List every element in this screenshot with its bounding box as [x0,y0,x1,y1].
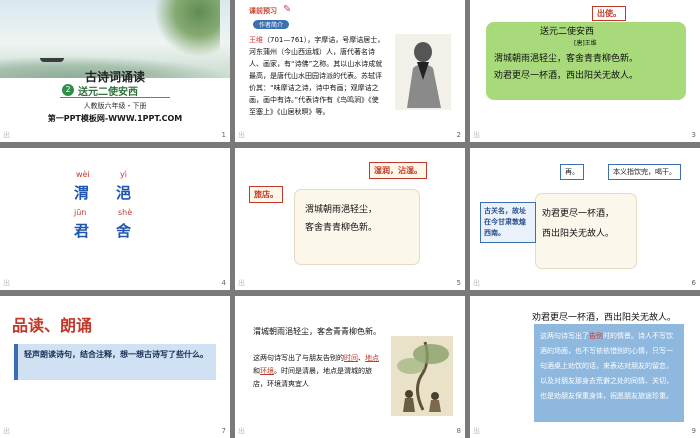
verse-line-1: 劝君更尽一杯酒， [542,209,615,219]
slide-number: 6 [691,279,696,287]
verse-line-1: 渭城朝雨浥轻尘， [305,205,378,215]
slide-9-thumbnail[interactable]: 劝君更尽一杯酒，西出阳关无故人。 这两句诗写出了告别时的情景。诗人不写饮酒的场面… [470,296,700,438]
task-box: 轻声朗读诗句，结合注释，想一想古诗写了些什么。 [14,344,216,380]
pinyin-3: jūn [74,208,87,217]
section-heading: 品读、朗诵 [12,316,93,335]
slide-footer-mark: 出 [238,131,245,139]
highlight-place: 地点 [365,354,379,362]
poem-line-2: 劝君更尽一杯酒，西出阳关无故人。 [494,71,639,81]
slide-footer-mark: 出 [3,279,10,287]
lesson-number-badge: 2 [62,84,74,96]
slide-footer-mark: 出 [473,427,480,435]
poem-author: [唐]王维 [574,40,597,47]
pinyin-1: wèi [76,170,90,179]
slide-number: 2 [456,131,461,139]
highlight-farewell: 告别 [589,332,603,340]
hanzi-4: 舍 [116,222,132,240]
annotation-note-2: 本义指饮完，喝干。 [608,164,681,180]
explanation-text: 这两句诗写出了与朋友告别的时间、地点和环境。时间是清晨，地点是渭城的旅店，环境清… [253,352,383,391]
slide-number: 9 [691,427,696,435]
slide-footer-mark: 出 [238,427,245,435]
slide-footer-mark: 出 [3,131,10,139]
slide-1-thumbnail[interactable]: 古诗词诵读 2 送元二使安西 人教版六年级・下册 第一PPT模板网-WWW.1P… [0,0,230,142]
annotation-note-left: 旅店。 [249,186,283,203]
slide-number: 4 [221,279,226,287]
slide-footer-mark: 出 [473,131,480,139]
slide-5-thumbnail[interactable]: 渭城朝雨浥轻尘， 客舍青青柳色新。 湿润，沾湿。 旅店。 出 5 [235,148,465,290]
highlight-time: 时间 [344,354,358,362]
brand-text: 第一PPT模板网-WWW.1PPT.COM [47,114,183,123]
slide-footer-mark: 出 [473,279,480,287]
hanzi-1: 渭 [74,184,90,202]
slide-6-thumbnail[interactable]: 劝君更尽一杯酒， 西出阳关无故人。 再。 本义指饮完，喝干。 古关名，故址在今甘… [470,148,700,290]
slide-2-thumbnail[interactable]: 课前预习 ✎ 作者简介 王维（701—761），字摩诘，号摩诘居士，河东蒲州（今… [235,0,465,142]
slide-number: 1 [221,131,226,139]
slide-7-thumbnail[interactable]: 品读、朗诵 轻声朗读诗句，结合注释，想一想古诗写了些什么。 出 7 [0,296,230,438]
verse-line-2: 客舍青青柳色新。 [305,223,378,233]
verse-line-2: 西出阳关无故人。 [542,229,615,239]
explanation-box: 这两句诗写出了告别时的情景。诗人不写饮酒的场面，也不写依依惜别的心情，只写一句酒… [534,324,684,422]
verse-line: 渭城朝雨浥轻尘，客舍青青柳色新。 [253,327,381,336]
author-portrait [395,34,451,110]
slide-number: 5 [456,279,461,287]
poem-title: 送元二使安西 [540,27,595,37]
author-bio-text: （701—761），字摩诘，号摩诘居士，河东蒲州（今山西运城）人，唐代著名诗人、… [249,36,385,116]
text-segment: 和 [253,367,260,375]
divider-line [60,97,170,98]
text-segment: 这两句诗写出了与朋友告别的 [253,354,344,362]
poem-line-1: 渭城朝雨浥轻尘，客舍青青柳色新。 [494,54,639,64]
text-segment: 这两句诗写出了 [540,332,589,340]
text-segment: 时的情景。诗人不写饮酒的场面，也不写依依惜别的心情，只写一句酒桌上劝饮的话，来表… [540,332,673,400]
annotation-note-3: 古关名，故址在今甘肃敦煌西南。 [480,202,536,243]
slide-3-thumbnail[interactable]: 出使。 送元二使安西 [唐]王维 渭城朝雨浥轻尘，客舍青青柳色新。 劝君更尽一杯… [470,0,700,142]
slide-number: 8 [456,427,461,435]
author-bio: 王维（701—761），字摩诘，号摩诘居士，河东蒲州（今山西运城）人，唐代著名诗… [249,34,385,118]
slide-4-thumbnail[interactable]: wèi 渭 yì 浥 jūn 君 shè 舍 出 4 [0,148,230,290]
landscape-illustration [0,0,230,78]
preview-label: 课前预习 [249,7,277,15]
willow-tree-illustration [150,0,220,60]
author-name: 王维 [249,36,263,44]
slide-number: 3 [691,131,696,139]
slide-footer-mark: 出 [238,279,245,287]
slide-number: 7 [221,427,226,435]
pinyin-2: yì [120,170,127,179]
pinyin-4: shè [118,208,133,217]
hanzi-2: 浥 [116,184,132,202]
verse-line: 劝君更尽一杯酒，西出阳关无故人。 [532,313,677,323]
pencil-icon: ✎ [283,4,292,15]
annotation-note-top: 湿润，沾湿。 [369,162,427,179]
annotation-callout: 出使。 [592,6,626,21]
slide-footer-mark: 出 [3,427,10,435]
highlight-environment: 环境 [260,367,274,375]
hanzi-3: 君 [74,222,90,240]
ink-painting-illustration [391,336,453,416]
slide-8-thumbnail[interactable]: 渭城朝雨浥轻尘，客舍青青柳色新。 这两句诗写出了与朋友告别的时间、地点和环境。时… [235,296,465,438]
text-segment: 、 [358,354,365,362]
edition-label: 人教版六年级・下册 [83,102,147,110]
boat-illustration [40,58,64,62]
section-chip: 作者简介 [253,20,290,29]
annotation-note-1: 再。 [560,164,584,180]
poem-subtitle: 送元二使安西 [78,87,138,98]
